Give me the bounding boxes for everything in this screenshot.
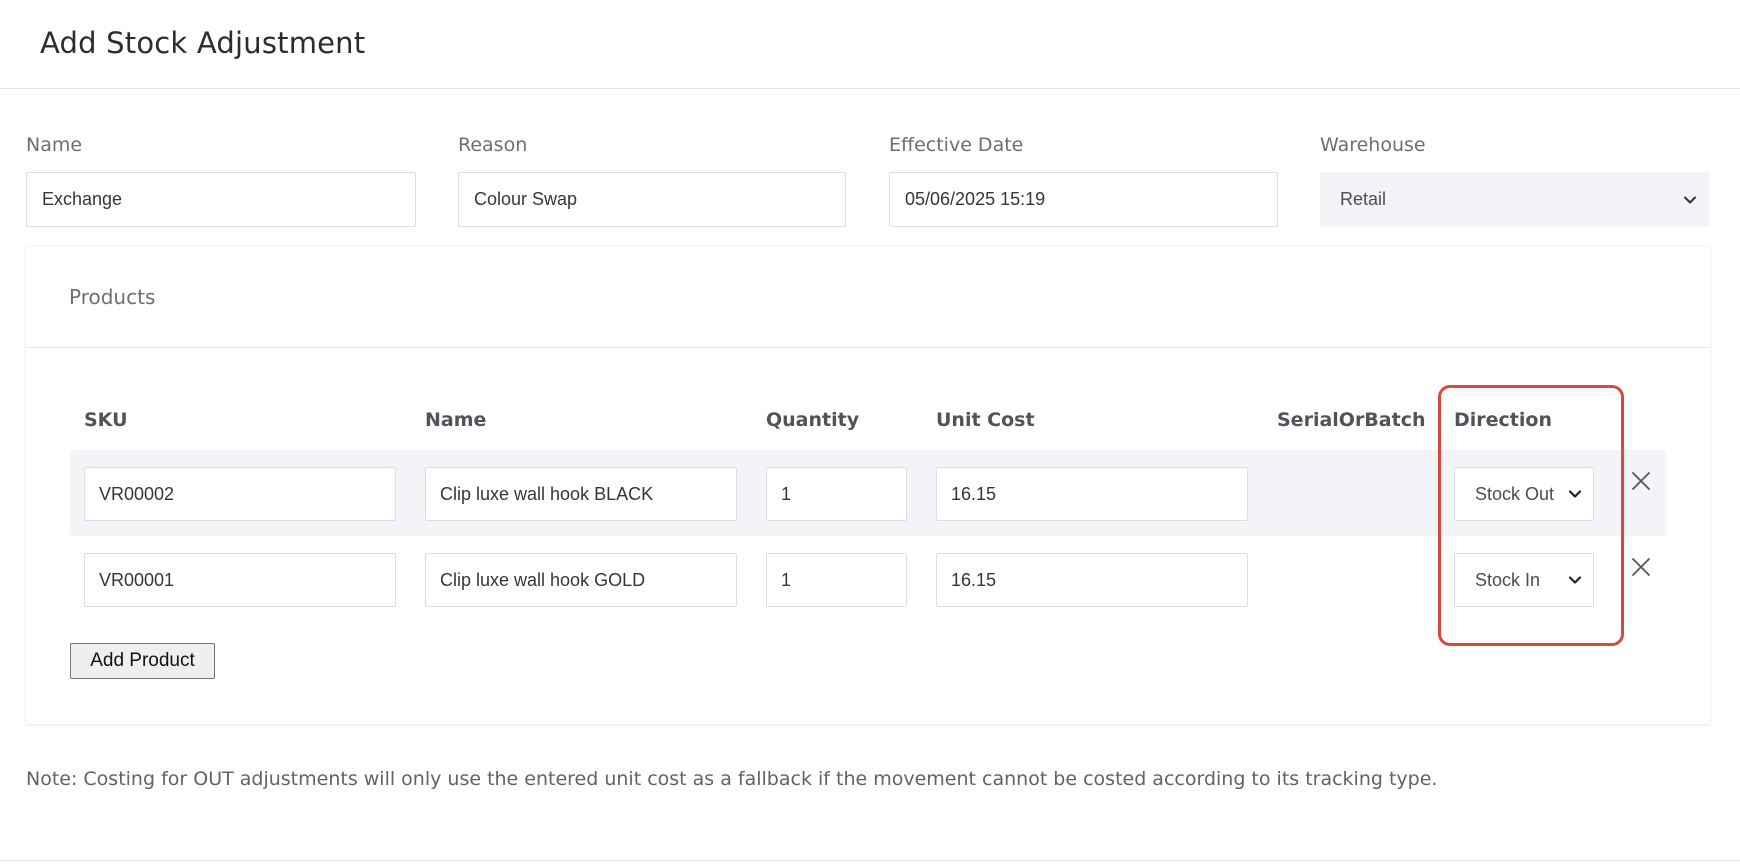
name-field[interactable] <box>26 172 416 227</box>
column-header-unit-cost: Unit Cost <box>936 409 1035 431</box>
row-name-field[interactable] <box>425 553 737 607</box>
costing-note: Note: Costing for OUT adjustments will o… <box>26 768 1438 790</box>
row-direction-select[interactable]: Stock Out <box>1454 467 1594 521</box>
effective-date-field[interactable] <box>889 172 1278 227</box>
close-icon[interactable] <box>1629 555 1653 579</box>
column-header-direction: Direction <box>1454 409 1552 431</box>
row-unit-cost-field[interactable] <box>936 553 1248 607</box>
products-card: Products SKU Name Quantity Unit Cost Ser… <box>26 247 1710 724</box>
column-header-serial-or-batch: SerialOrBatch <box>1277 409 1426 431</box>
products-title: Products <box>69 285 156 309</box>
reason-label: Reason <box>458 134 528 156</box>
warehouse-select-value: Retail <box>1340 189 1387 209</box>
column-header-quantity: Quantity <box>766 409 860 431</box>
row-unit-cost-field[interactable] <box>936 467 1248 521</box>
chevron-down-icon <box>1568 576 1582 584</box>
row-quantity-field[interactable] <box>766 553 907 607</box>
warehouse-label: Warehouse <box>1320 134 1426 156</box>
add-product-button[interactable]: Add Product <box>70 643 215 679</box>
row-sku-field[interactable] <box>84 467 396 521</box>
chevron-down-icon <box>1684 196 1696 203</box>
warehouse-select[interactable]: Retail <box>1320 172 1710 227</box>
effective-date-label: Effective Date <box>889 134 1024 156</box>
footer-divider <box>0 860 1740 861</box>
column-header-name: Name <box>425 409 487 431</box>
reason-field[interactable] <box>458 172 846 227</box>
row-direction-select[interactable]: Stock In <box>1454 553 1594 607</box>
stock-adjustment-page: Add Stock Adjustment Name Reason Effecti… <box>0 0 1740 864</box>
chevron-down-icon <box>1568 490 1582 498</box>
close-icon[interactable] <box>1629 469 1653 493</box>
row-quantity-field[interactable] <box>766 467 907 521</box>
page-title: Add Stock Adjustment <box>40 26 366 60</box>
row-sku-field[interactable] <box>84 553 396 607</box>
products-card-header: Products <box>26 247 1710 348</box>
row-direction-value: Stock In <box>1475 569 1541 590</box>
column-header-sku: SKU <box>84 409 128 431</box>
row-name-field[interactable] <box>425 467 737 521</box>
page-header: Add Stock Adjustment <box>0 0 1740 89</box>
row-direction-value: Stock Out <box>1475 483 1555 504</box>
name-label: Name <box>26 134 83 156</box>
